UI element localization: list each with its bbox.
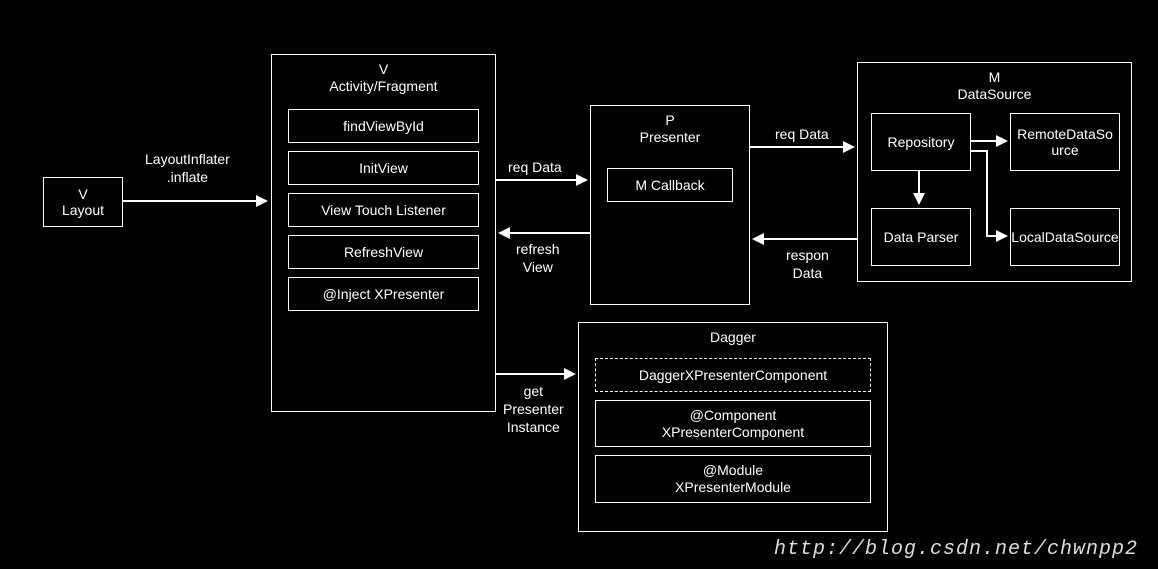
item-dataparser: Data Parser (871, 208, 971, 266)
arrow-inflate (123, 200, 258, 202)
arrowhead-reqdata2 (843, 141, 855, 153)
model-title: M DataSource (858, 69, 1131, 103)
arrowhead-repo-remote (996, 135, 1008, 147)
arrowhead-inflate (256, 195, 268, 207)
item-mcallback: M Callback (607, 168, 733, 202)
arrow-refresh (510, 232, 590, 234)
item-local: LocalDataSource (1010, 208, 1120, 266)
item-repository: Repository (871, 113, 971, 171)
box-activity-fragment: V Activity/Fragment findViewById InitVie… (271, 54, 496, 412)
item-component: @Component XPresenterComponent (595, 400, 871, 448)
arrow-respon (764, 238, 857, 240)
dagger-title: Dagger (579, 329, 887, 346)
v-layout-title2: Layout (62, 202, 104, 218)
activity-title: V Activity/Fragment (272, 61, 495, 95)
item-module: @Module XPresenterModule (595, 455, 871, 503)
v-layout-title1: V (78, 186, 87, 202)
box-model: M DataSource Repository Data Parser Remo… (857, 62, 1132, 282)
arrowhead-repo-parser (913, 193, 925, 205)
arrow-getpresenter (496, 373, 566, 375)
label-reqdata1: req Data (508, 158, 562, 176)
label-inflate: LayoutInflater .inflate (145, 150, 230, 186)
box-dagger: Dagger DaggerXPresenterComponent @Compon… (578, 322, 888, 532)
box-presenter: P Presenter M Callback (590, 105, 750, 305)
arrow-repo-local-v (986, 150, 988, 235)
item-refreshview: RefreshView (288, 235, 479, 269)
arrowhead-reqdata1 (576, 174, 588, 186)
watermark: http://blog.csdn.net/chwnpp2 (774, 538, 1138, 561)
item-remote: RemoteDataSource (1010, 113, 1120, 171)
item-initview: InitView (288, 151, 479, 185)
label-reqdata2: req Data (775, 125, 829, 143)
arrow-repo-parser (918, 170, 920, 195)
label-refresh: refresh View (516, 240, 560, 276)
item-injectxpresenter: @Inject XPresenter (288, 277, 479, 311)
box-v-layout: V Layout (43, 177, 123, 227)
item-daggerxpresenter: DaggerXPresenterComponent (595, 358, 871, 392)
arrow-reqdata1 (496, 179, 578, 181)
item-viewtouch: View Touch Listener (288, 193, 479, 227)
label-getpresenter: get Presenter Instance (503, 382, 564, 437)
arrow-repo-remote (970, 140, 998, 142)
label-respon: respon Data (786, 246, 829, 282)
item-findviewbyid: findViewById (288, 109, 479, 143)
arrowhead-respon (752, 233, 764, 245)
arrowhead-repo-local (996, 230, 1008, 242)
arrowhead-getpresenter (564, 368, 576, 380)
presenter-title: P Presenter (591, 112, 749, 146)
arrowhead-refresh (498, 227, 510, 239)
arrow-reqdata2 (750, 146, 845, 148)
